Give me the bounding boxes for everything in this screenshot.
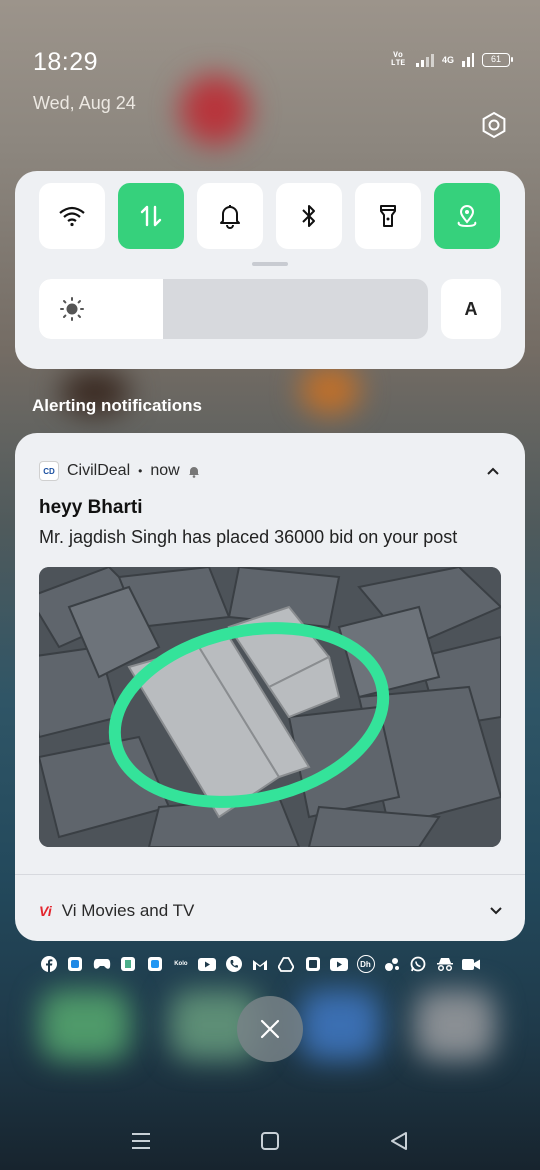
dailyhunt-icon: Dh bbox=[356, 955, 375, 973]
background-blur bbox=[300, 365, 360, 415]
clear-all-button[interactable] bbox=[237, 996, 303, 1062]
youtube-icon bbox=[330, 955, 349, 973]
home-button[interactable] bbox=[255, 1126, 285, 1156]
panel-drag-handle[interactable] bbox=[252, 262, 288, 266]
app-icon bbox=[146, 955, 164, 973]
status-bar: 18:29 Wed, Aug 24 Vo LTE 4G 61 bbox=[0, 0, 540, 140]
notification-body: Mr. jagdish Singh has placed 36000 bid o… bbox=[39, 527, 458, 547]
drive-icon bbox=[277, 955, 295, 973]
notification-image bbox=[39, 567, 501, 847]
bell-icon bbox=[220, 205, 240, 229]
notification-time: now bbox=[150, 462, 180, 479]
notification-2-header[interactable]: Vi Vi Movies and TV bbox=[39, 901, 194, 921]
close-icon bbox=[260, 1019, 280, 1039]
brightness-fill bbox=[39, 279, 163, 339]
back-icon bbox=[391, 1132, 407, 1150]
divider bbox=[15, 874, 525, 875]
notification-icon-strip: Kolo Dh bbox=[40, 953, 480, 975]
flashlight-tile[interactable] bbox=[355, 183, 421, 249]
battery-icon: 61 bbox=[482, 53, 513, 67]
expand-button[interactable] bbox=[489, 903, 503, 921]
auto-brightness-button[interactable]: A bbox=[441, 279, 501, 339]
signal-icon bbox=[415, 54, 434, 67]
mobile-data-tile[interactable] bbox=[118, 183, 184, 249]
wifi-icon bbox=[59, 206, 85, 227]
bluetooth-tile[interactable] bbox=[276, 183, 342, 249]
system-icons: Vo LTE 4G 61 bbox=[388, 51, 513, 68]
clock: 18:29 bbox=[33, 48, 99, 76]
game-icon bbox=[93, 955, 111, 973]
app-icon bbox=[304, 955, 322, 973]
youtube-icon bbox=[198, 955, 217, 973]
signal-icon-2 bbox=[462, 53, 474, 67]
brightness-slider[interactable] bbox=[39, 279, 428, 339]
bluetooth-icon bbox=[302, 205, 315, 227]
kolo-icon: Kolo bbox=[174, 961, 188, 967]
incognito-icon bbox=[436, 955, 454, 973]
notification-title: heyy Bharti bbox=[39, 497, 143, 518]
back-button[interactable] bbox=[384, 1126, 414, 1156]
home-icon bbox=[261, 1132, 279, 1150]
facebook-icon bbox=[40, 955, 58, 973]
background-blur bbox=[415, 990, 495, 1060]
menu-icon bbox=[132, 1133, 150, 1149]
notification-card[interactable]: CD CivilDeal • now heyy Bharti Mr. jagdi… bbox=[15, 433, 525, 941]
collapse-button[interactable] bbox=[483, 461, 503, 481]
sun-icon bbox=[60, 297, 84, 321]
app-icon bbox=[383, 955, 401, 973]
app-icon bbox=[119, 955, 137, 973]
bell-icon bbox=[188, 466, 199, 478]
wifi-tile[interactable] bbox=[39, 183, 105, 249]
paver-bricks-photo bbox=[39, 567, 501, 847]
whatsapp-icon bbox=[409, 955, 427, 973]
navigation-bar bbox=[0, 1110, 540, 1170]
background-blur bbox=[40, 990, 130, 1060]
chevron-up-icon bbox=[487, 467, 499, 475]
app-name-2: Vi Movies and TV bbox=[61, 901, 195, 920]
recents-button[interactable] bbox=[126, 1126, 156, 1156]
location-icon bbox=[457, 205, 477, 228]
gear-icon bbox=[482, 111, 506, 139]
sound-tile[interactable] bbox=[197, 183, 263, 249]
background-blur bbox=[300, 990, 380, 1060]
app-icon bbox=[66, 955, 84, 973]
separator: • bbox=[138, 464, 143, 478]
network-type: 4G bbox=[441, 55, 454, 65]
civildeal-logo: CD bbox=[39, 461, 59, 481]
app-name: CivilDeal bbox=[67, 462, 131, 479]
settings-button[interactable] bbox=[477, 108, 511, 142]
vi-logo: Vi bbox=[39, 903, 52, 919]
mobile-data-icon bbox=[140, 205, 162, 227]
phone-icon bbox=[225, 955, 243, 973]
quick-settings-panel: A bbox=[15, 171, 525, 369]
gmail-icon bbox=[251, 955, 269, 973]
location-tile[interactable] bbox=[434, 183, 500, 249]
volte-icon: Vo LTE bbox=[390, 51, 406, 68]
date: Wed, Aug 24 bbox=[33, 93, 136, 113]
flashlight-icon bbox=[380, 205, 396, 227]
notification-header: CD CivilDeal • now bbox=[39, 461, 200, 481]
chevron-down-icon bbox=[490, 907, 502, 915]
video-icon bbox=[462, 955, 480, 973]
section-title: Alerting notifications bbox=[32, 396, 202, 415]
